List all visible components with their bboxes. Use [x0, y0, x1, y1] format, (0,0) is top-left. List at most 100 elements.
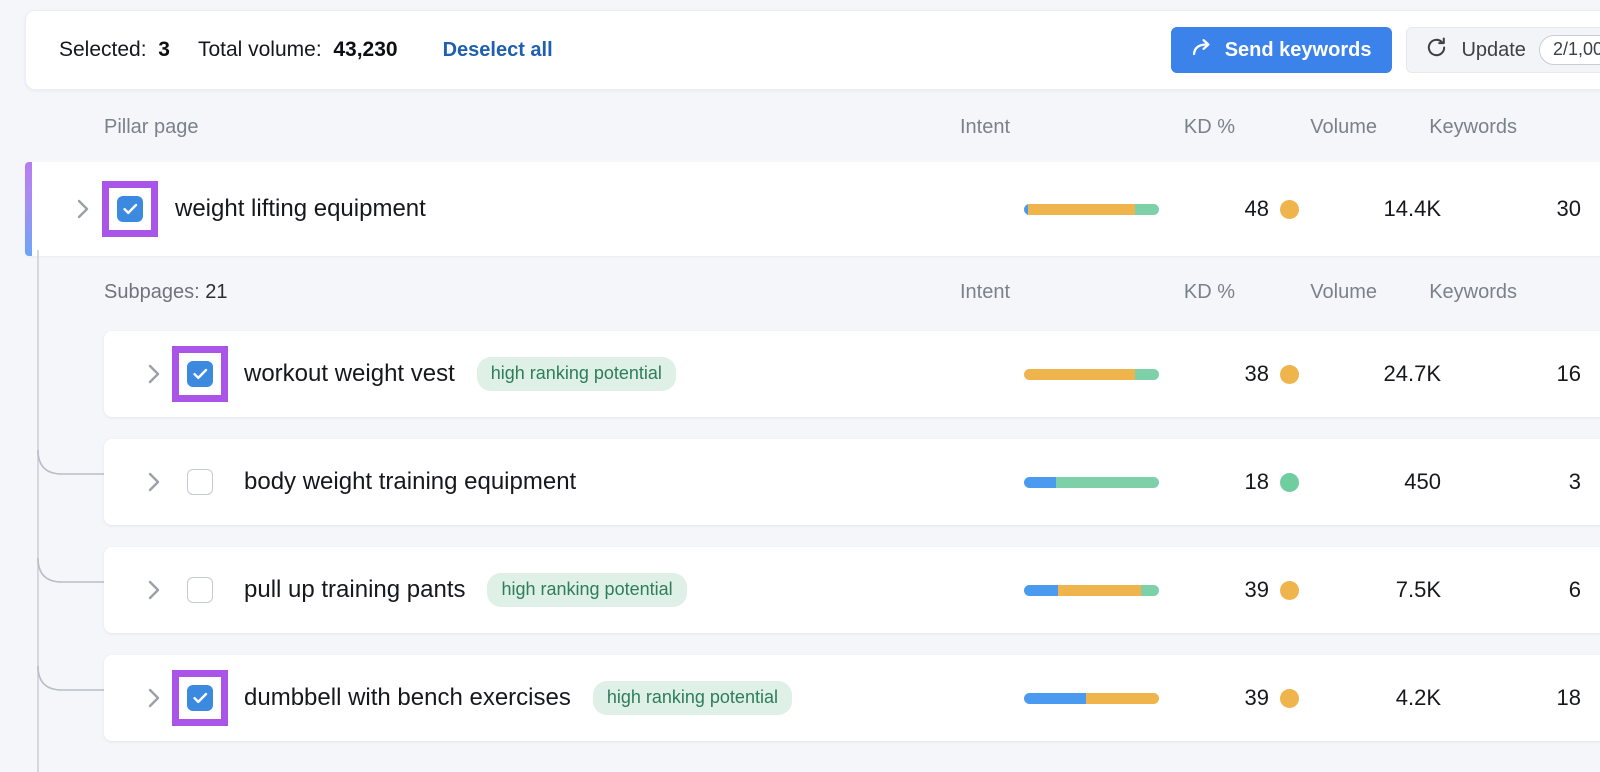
intent-segment	[1086, 693, 1159, 704]
subpage-checkbox[interactable]	[187, 577, 213, 603]
subpage-intent-cell	[1024, 477, 1159, 488]
pillar-metric-headers: Intent KD % Volume Keywords	[960, 112, 1560, 142]
subpage-row-left: dumbbell with bench exercises high rankin…	[104, 681, 1024, 715]
expand-chevron-icon[interactable]	[141, 469, 167, 495]
subpage-row[interactable]: pull up training pantshigh ranking poten…	[104, 547, 1600, 633]
intent-segment	[1058, 585, 1142, 596]
sub-header-volume: Volume	[1235, 281, 1377, 304]
subpage-checkbox[interactable]	[187, 469, 213, 495]
subpage-checkbox[interactable]	[187, 361, 213, 387]
tree-connector-lines	[0, 250, 120, 772]
send-keywords-label: Send keywords	[1225, 39, 1372, 62]
intent-segment	[1135, 204, 1159, 215]
subpage-kd-cell: 39	[1159, 685, 1299, 711]
subpage-row-left: body weight training equipment	[104, 468, 1024, 496]
subpage-metrics: 184503	[1024, 469, 1581, 495]
subpage-title[interactable]: pull up training pants	[244, 576, 465, 604]
subpage-intent-cell	[1024, 585, 1159, 596]
total-volume-label: Total volume:	[198, 38, 322, 61]
pillar-metrics: 48 14.4K 30	[1024, 196, 1581, 222]
intent-bar	[1024, 585, 1159, 596]
ranking-potential-badge: high ranking potential	[593, 681, 792, 715]
kd-status-dot	[1280, 581, 1299, 600]
subpage-keywords-value: 3	[1441, 469, 1581, 495]
subpage-kd-value: 39	[1245, 577, 1269, 603]
subpage-volume-value: 7.5K	[1299, 577, 1441, 603]
subpage-keywords-value: 18	[1441, 685, 1581, 711]
expand-chevron-icon[interactable]	[141, 577, 167, 603]
intent-segment	[1024, 693, 1086, 704]
subpage-metrics: 394.2K18	[1024, 685, 1581, 711]
deselect-all-link[interactable]: Deselect all	[443, 39, 553, 62]
selection-toolbar: Selected: 3 Total volume: 43,230 Deselec…	[25, 10, 1600, 90]
expand-chevron-icon[interactable]	[70, 196, 96, 222]
pillar-kd-cell: 48	[1159, 196, 1299, 222]
send-keywords-button[interactable]: Send keywords	[1171, 27, 1393, 73]
subpage-row[interactable]: dumbbell with bench exercises high rankin…	[104, 655, 1600, 741]
intent-segment	[1024, 369, 1135, 380]
subpage-kd-value: 39	[1245, 685, 1269, 711]
pillar-keywords-value: 30	[1441, 196, 1581, 222]
expand-chevron-icon[interactable]	[141, 361, 167, 387]
subpage-keywords-value: 16	[1441, 361, 1581, 387]
subpage-title[interactable]: dumbbell with bench exercises	[244, 684, 571, 712]
subpage-row-left: pull up training pantshigh ranking poten…	[104, 573, 1024, 607]
kd-status-dot	[1280, 365, 1299, 384]
sub-header-intent: Intent	[960, 281, 1095, 304]
pillar-volume-value: 14.4K	[1299, 196, 1441, 222]
pillar-checkbox[interactable]	[117, 196, 143, 222]
intent-bar	[1024, 369, 1159, 380]
subpage-kd-value: 18	[1245, 469, 1269, 495]
update-label: Update	[1461, 39, 1526, 62]
subpage-kd-cell: 39	[1159, 577, 1299, 603]
selected-label: Selected:	[59, 38, 147, 61]
subpage-kd-cell: 18	[1159, 469, 1299, 495]
header-keywords: Keywords	[1377, 116, 1517, 139]
header-intent: Intent	[960, 116, 1095, 139]
subpage-metrics: 38 24.7K16	[1024, 361, 1581, 387]
subpage-checkbox-wrapper	[187, 577, 213, 603]
subpages-count-label: Subpages: 21	[104, 277, 227, 307]
kd-status-dot	[1280, 473, 1299, 492]
pillar-row[interactable]: weight lifting equipment 48 14.4K 30	[25, 162, 1600, 256]
header-volume: Volume	[1235, 116, 1377, 139]
subpage-row[interactable]: workout weight vest high ranking potentia…	[104, 331, 1600, 417]
header-kd: KD %	[1095, 116, 1235, 139]
intent-bar	[1024, 204, 1159, 215]
subpage-metric-headers: Intent KD % Volume Keywords	[960, 277, 1560, 307]
subpage-checkbox-wrapper	[187, 469, 213, 495]
intent-segment	[1141, 585, 1159, 596]
subpage-row-left: workout weight vest high ranking potentia…	[104, 357, 1024, 391]
selection-summary: Selected: 3 Total volume: 43,230 Deselec…	[26, 38, 1171, 62]
share-arrow-icon	[1192, 37, 1214, 63]
subpage-kd-cell: 38	[1159, 361, 1299, 387]
selected-count: 3	[158, 38, 170, 61]
subpage-row[interactable]: body weight training equipment 184503	[104, 439, 1600, 525]
subpage-volume-value: 24.7K	[1299, 361, 1441, 387]
pillar-intent-cell	[1024, 204, 1159, 215]
subpage-intent-cell	[1024, 693, 1159, 704]
pillar-title[interactable]: weight lifting equipment	[175, 195, 426, 223]
intent-segment	[1024, 477, 1056, 488]
subpage-kd-value: 38	[1245, 361, 1269, 387]
subpage-checkbox-wrapper	[187, 685, 213, 711]
update-button[interactable]: Update 2/1,000	[1406, 27, 1600, 73]
kd-status-dot	[1280, 200, 1299, 219]
subpages-count: 21	[205, 281, 227, 304]
total-volume-group: Total volume: 43,230	[198, 38, 398, 62]
subpage-intent-cell	[1024, 369, 1159, 380]
subpage-title[interactable]: workout weight vest	[244, 360, 455, 388]
keyword-cluster-table: Selected: 3 Total volume: 43,230 Deselec…	[0, 0, 1600, 772]
subpages-label: Subpages:	[104, 281, 200, 304]
pillar-checkbox-wrapper	[117, 196, 143, 222]
expand-chevron-icon[interactable]	[141, 685, 167, 711]
intent-segment	[1056, 477, 1159, 488]
intent-segment	[1135, 369, 1159, 380]
subpage-keywords-value: 6	[1441, 577, 1581, 603]
refresh-icon	[1425, 36, 1448, 65]
intent-segment	[1028, 204, 1135, 215]
subpage-checkbox[interactable]	[187, 685, 213, 711]
subpage-title[interactable]: body weight training equipment	[244, 468, 576, 496]
ranking-potential-badge: high ranking potential	[477, 357, 676, 391]
subpage-metrics: 39 7.5K6	[1024, 577, 1581, 603]
